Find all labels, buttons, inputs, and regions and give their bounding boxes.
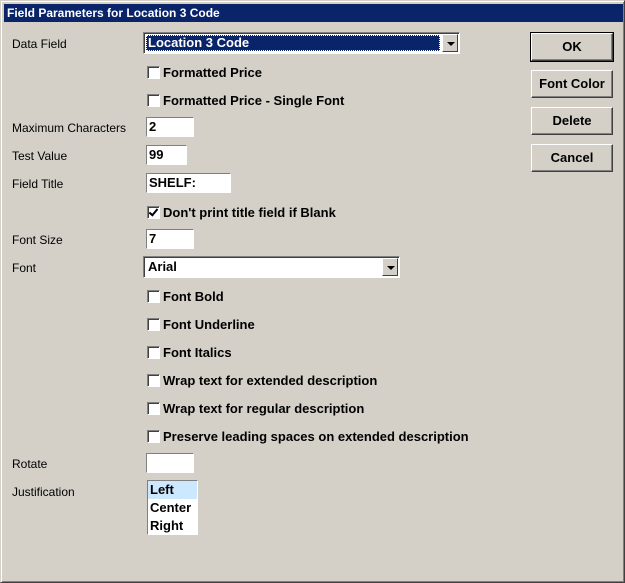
checkbox-font-bold-label: Font Bold bbox=[163, 288, 224, 304]
data-field-select[interactable]: Location 3 Code bbox=[143, 32, 460, 54]
cancel-button[interactable]: Cancel bbox=[531, 144, 613, 172]
checkbox-font-italics-box[interactable] bbox=[147, 345, 160, 359]
checkbox-wrap-extended[interactable]: Wrap text for extended description bbox=[147, 372, 377, 388]
font-select[interactable]: Arial bbox=[143, 256, 400, 278]
test-value-input[interactable]: 99 bbox=[146, 145, 187, 165]
checkbox-formatted-price[interactable]: Formatted Price bbox=[147, 64, 262, 80]
label-justification: Justification bbox=[12, 485, 75, 499]
checkbox-font-underline-label: Font Underline bbox=[163, 316, 255, 332]
justification-listbox[interactable]: Left Center Right bbox=[147, 480, 198, 535]
checkbox-formatted-price-box[interactable] bbox=[147, 65, 160, 79]
justification-option-center[interactable]: Center bbox=[148, 499, 197, 517]
label-test-value: Test Value bbox=[12, 149, 68, 163]
justification-option-left[interactable]: Left bbox=[148, 481, 197, 499]
justification-option-right[interactable]: Right bbox=[148, 517, 197, 535]
checkbox-preserve-spaces[interactable]: Preserve leading spaces on extended desc… bbox=[147, 428, 469, 444]
checkbox-font-underline-box[interactable] bbox=[147, 317, 160, 331]
checkbox-font-bold-box[interactable] bbox=[147, 289, 160, 303]
data-field-value: Location 3 Code bbox=[146, 35, 440, 51]
checkbox-preserve-spaces-label: Preserve leading spaces on extended desc… bbox=[163, 428, 469, 444]
rotate-input[interactable] bbox=[146, 453, 194, 473]
checkbox-formatted-price-single-font-box[interactable] bbox=[147, 93, 160, 107]
checkbox-formatted-price-single-font-label: Formatted Price - Single Font bbox=[163, 92, 345, 108]
checkbox-formatted-price-single-font[interactable]: Formatted Price - Single Font bbox=[147, 92, 344, 108]
dialog-title: Field Parameters for Location 3 Code bbox=[4, 4, 623, 22]
label-max-chars: Maximum Characters bbox=[12, 121, 127, 135]
label-font: Font bbox=[12, 261, 37, 275]
checkbox-wrap-regular-box[interactable] bbox=[147, 401, 160, 415]
checkbox-preserve-spaces-box[interactable] bbox=[147, 429, 160, 443]
dialog-window: Field Parameters for Location 3 Code Dat… bbox=[0, 0, 625, 583]
checkbox-formatted-price-label: Formatted Price bbox=[163, 64, 262, 80]
delete-button[interactable]: Delete bbox=[531, 107, 613, 135]
label-field-title: Field Title bbox=[12, 177, 64, 191]
checkbox-dont-print-title-label: Don't print title field if Blank bbox=[163, 204, 336, 220]
label-rotate: Rotate bbox=[12, 457, 48, 471]
font-size-input[interactable]: 7 bbox=[146, 229, 194, 249]
data-field-dropdown-arrow-icon[interactable] bbox=[442, 34, 458, 52]
checkbox-font-italics-label: Font Italics bbox=[163, 344, 232, 360]
checkbox-font-bold[interactable]: Font Bold bbox=[147, 288, 224, 304]
font-color-button[interactable]: Font Color bbox=[531, 70, 613, 98]
label-font-size: Font Size bbox=[12, 233, 63, 247]
checkbox-dont-print-title-box[interactable] bbox=[147, 205, 160, 219]
checkbox-font-underline[interactable]: Font Underline bbox=[147, 316, 255, 332]
label-data-field: Data Field bbox=[12, 37, 67, 51]
field-title-input[interactable]: SHELF: bbox=[146, 173, 231, 193]
max-chars-input[interactable]: 2 bbox=[146, 117, 194, 137]
checkbox-wrap-extended-label: Wrap text for extended description bbox=[163, 372, 378, 388]
checkbox-wrap-regular-label: Wrap text for regular description bbox=[163, 400, 365, 416]
checkbox-font-italics[interactable]: Font Italics bbox=[147, 344, 232, 360]
font-value: Arial bbox=[148, 259, 177, 274]
checkbox-dont-print-title[interactable]: Don't print title field if Blank bbox=[147, 204, 336, 220]
ok-button[interactable]: OK bbox=[530, 32, 614, 62]
checkbox-wrap-regular[interactable]: Wrap text for regular description bbox=[147, 400, 364, 416]
font-dropdown-arrow-icon[interactable] bbox=[382, 258, 398, 276]
checkbox-wrap-extended-box[interactable] bbox=[147, 373, 160, 387]
